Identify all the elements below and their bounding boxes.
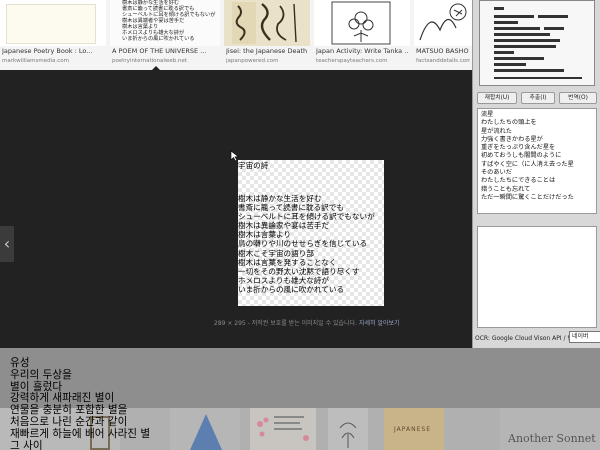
related-image-caption[interactable]: A POEM OF THE UNIVERSE ... — [112, 47, 218, 55]
translation-line: 처음으로 나린 순간과 같이 — [10, 415, 128, 428]
previous-image-button[interactable]: ‹ — [0, 226, 14, 262]
translation-line: 그 사이 — [10, 439, 43, 450]
mouse-cursor-icon — [230, 150, 240, 162]
ocr-source-image — [480, 1, 594, 85]
ocr-button-row: 재합치(U) 추출(I) 번역(O) — [477, 92, 599, 104]
japanese-book-title: JAPANESE — [394, 426, 431, 433]
translation-engine-select[interactable]: 네이버 — [569, 331, 600, 343]
translate-button[interactable]: 번역(O) — [559, 92, 597, 104]
flower-illustration — [331, 1, 391, 45]
ocr-line: 錯うことも忘れて — [481, 185, 531, 193]
ocr-line: わたしたちの頭上を — [481, 119, 537, 127]
sketch-image — [419, 3, 467, 41]
ocr-line: そのあいだ — [481, 169, 512, 177]
bottom-image-3[interactable] — [250, 408, 316, 450]
cherry-blossom-graphic — [257, 416, 309, 441]
recombine-button[interactable]: 재합치(U) — [477, 92, 517, 104]
bottom-image-2[interactable] — [170, 408, 240, 450]
related-images-strip: Japanese Poetry Book : Lo... markwilliam… — [0, 0, 472, 72]
related-image-source: teacherspayteachers.com — [316, 58, 388, 64]
extract-button[interactable]: 추출(I) — [521, 92, 555, 104]
image-viewer: ‹ 宇宙の詩 樹木は静かな生活を好む 書斎に籠って読書に耽る訳でも シューベルト… — [0, 72, 472, 348]
poem-line: 一切をその野太い沈黙で語り尽くす — [238, 266, 360, 276]
poem-title: 宇宙の詩 — [238, 161, 269, 170]
poem-line: ホメロスよりも雄大な詩が — [238, 275, 329, 285]
ocr-line: 初めておうしも闇間のように — [481, 152, 562, 160]
translation-line: 재빠르게 하늘에 배어 사라진 별 — [10, 427, 151, 440]
ocr-line: わたしたちにできることは — [481, 177, 556, 185]
bottom-image-6[interactable]: Another Sonnet — [500, 408, 600, 450]
related-image-source: japanpowered.com — [226, 58, 279, 64]
ocr-line: ただ一瞬間に驚くことだけだった — [481, 193, 574, 201]
translation-text-area[interactable] — [477, 226, 597, 328]
bottom-area: JAPANESE Another Sonnet 유성 우리의 두상을 별이 흘렀… — [0, 348, 600, 450]
bottom-image-4[interactable] — [328, 408, 368, 450]
poem-line: 樹木は言葉を発することなく — [238, 257, 337, 267]
translation-line: 우리의 두상을 — [10, 368, 72, 381]
poem-line: いま折からの風に吹かれている — [238, 284, 345, 294]
related-image-card-3[interactable]: Jisei: the Japanese Death ... japanpower… — [224, 0, 310, 70]
triangle-graphic — [190, 414, 222, 450]
image-copyright-notice: 289 × 295 - 저작권 보호를 받는 이미지일 수 있습니다. — [214, 320, 358, 327]
poem-line: シューベルトに耳を傾ける訳でもないが — [238, 212, 375, 222]
another-sonnet-text: Another Sonnet — [508, 432, 596, 445]
poem-body: 樹木は静かな生活を好む 書斎に籠って読書に耽る訳でも シューベルトに耳を傾ける訳… — [238, 194, 390, 294]
related-image-caption[interactable]: Jisei: the Japanese Death ... — [226, 47, 308, 55]
related-image-caption[interactable]: Japan Activity: Write Tanka ... — [316, 47, 408, 55]
ocr-panel: 재합치(U) 추출(I) 번역(O) 流星 わたしたちの頭上を 星が流れた 力強… — [472, 0, 600, 348]
poem-line: 書斎に籠って読書に耽る訳でも — [238, 203, 344, 213]
preview-image[interactable]: 宇宙の詩 樹木は静かな生活を好む 書斎に籠って読書に耽る訳でも シューベルトに耳… — [238, 160, 384, 306]
image-info-text: 289 × 295 - 저작권 보호를 받는 이미지일 수 있습니다. 자세히 알… — [214, 318, 400, 327]
ocr-source-thumbnail — [479, 0, 595, 86]
related-image-card-1[interactable]: Japanese Poetry Book : Lo... markwilliam… — [0, 0, 106, 70]
poem-line: 鳥の囀りや川のせせらぎを信じている — [238, 239, 368, 249]
ocr-text-area[interactable]: 流星 わたしたちの頭上を 星が流れた 力強く書きかわる星が 重ぎをたっぷり含んだ… — [477, 108, 597, 214]
ocr-line: 力強く書きかわる星が — [481, 135, 543, 143]
related-image-card-4[interactable]: Japan Activity: Write Tanka ... teachers… — [314, 0, 410, 70]
poem-line: 樹木は異論家や宴は苦手だ — [238, 221, 330, 231]
related-image-4[interactable] — [314, 0, 410, 46]
related-image-caption[interactable]: MATSUO BASHO ... — [416, 47, 470, 55]
related-image-2[interactable]: 樹木は静かな生活を好む 書斎に籠って読書に耽る訳でも シューベルトに耳を傾ける訳… — [110, 0, 220, 46]
calligraphy-image — [232, 2, 297, 44]
related-image-source: factsanddetails.com — [416, 58, 470, 64]
poem-line: 樹木は静かな生活を好む — [238, 194, 322, 203]
thumb-poem-line: いま折からの風に吹かれている — [122, 36, 195, 42]
bottom-image-5[interactable]: JAPANESE — [384, 408, 444, 450]
related-image-5[interactable] — [414, 0, 472, 46]
related-image-source: markwilliamsmedia.com — [2, 58, 70, 64]
flower-sketch — [339, 422, 357, 448]
ocr-line: 星が流れた — [481, 127, 512, 135]
ocr-footer-label: OCR: Google Cloud Vison API / 번역: — [475, 335, 581, 342]
learn-more-link[interactable]: 자세히 알아보기 — [359, 320, 400, 327]
poem-line: 樹木こそ宇宙の語り部 — [238, 248, 314, 258]
related-image-3[interactable] — [224, 0, 310, 46]
translation-overlay: 유성 우리의 두상을 별이 흘렀다 강력하게 새파래진 별이 연물을 충분히 포… — [10, 357, 151, 450]
related-image-caption[interactable]: Japanese Poetry Book : Lo... — [2, 47, 104, 55]
ocr-line: すばやく空に（に人消え去った星 — [481, 160, 574, 168]
related-image-source: poetryinternationalweb.net — [112, 58, 188, 64]
related-image-1[interactable] — [0, 0, 106, 46]
related-image-card-2[interactable]: 樹木は静かな生活を好む 書斎に籠って読書に耽る訳でも シューベルトに耳を傾ける訳… — [110, 0, 220, 70]
related-image-card-5[interactable]: MATSUO BASHO ... factsanddetails.com — [414, 0, 472, 70]
